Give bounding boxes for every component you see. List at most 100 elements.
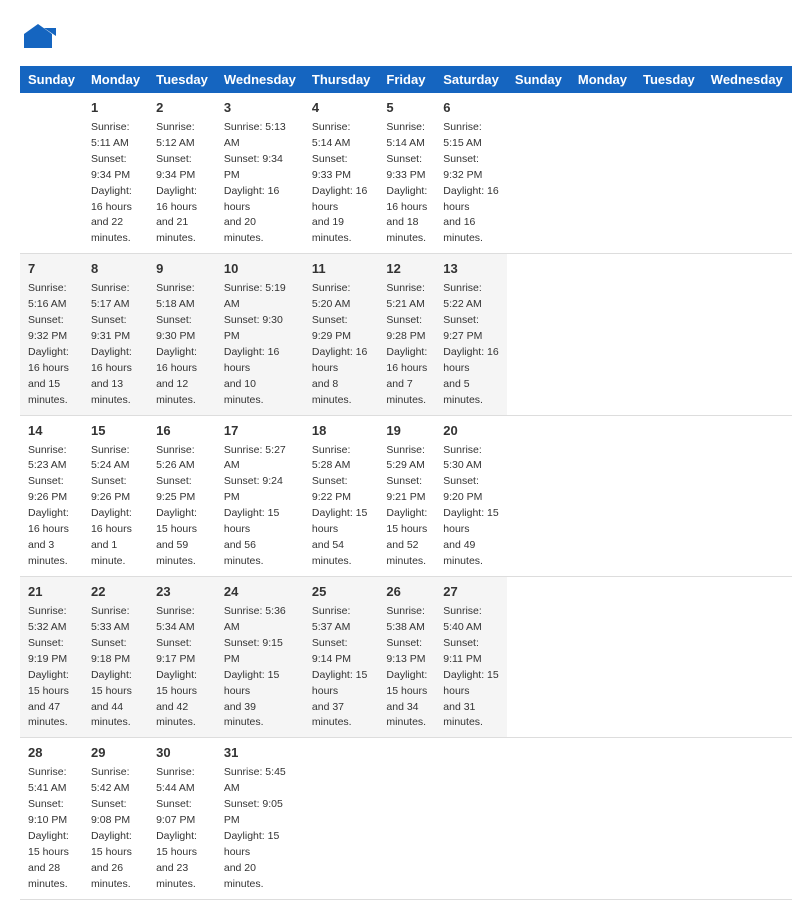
calendar-cell: 6Sunrise: 5:15 AM Sunset: 9:32 PM Daylig… — [435, 93, 507, 254]
day-of-week-header: Tuesday — [635, 66, 703, 93]
day-number: 9 — [156, 260, 208, 279]
day-info: Sunrise: 5:33 AM Sunset: 9:18 PM Dayligh… — [91, 605, 132, 729]
day-of-week-header: Thursday — [304, 66, 379, 93]
calendar-cell: 11Sunrise: 5:20 AM Sunset: 9:29 PM Dayli… — [304, 254, 379, 415]
calendar-cell: 15 Sunrise: 5:24 AM Sunset: 9:26 PM Dayli… — [83, 415, 148, 576]
calendar-cell: 12 Sunrise: 5:21 AM Sunset: 9:28 PM Dayli… — [378, 254, 435, 415]
day-of-week-header: Monday — [83, 66, 148, 93]
day-info: Sunrise: 5:34 AM Sunset: 9:17 PM Dayligh… — [156, 605, 197, 729]
calendar-cell: 29 Sunrise: 5:42 AM Sunset: 9:08 PM Dayli… — [83, 738, 148, 899]
day-number: 4 — [312, 99, 371, 118]
calendar-cell: 1 Sunrise: 5:11 AM Sunset: 9:34 PM Daylig… — [83, 93, 148, 254]
calendar-week-row: 28 Sunrise: 5:41 AM Sunset: 9:10 PM Dayli… — [20, 738, 792, 899]
day-info: Sunrise: 5:45 AM Sunset: 9:05 PM Dayligh… — [224, 766, 286, 890]
calendar-cell: 9 Sunrise: 5:18 AM Sunset: 9:30 PM Daylig… — [148, 254, 216, 415]
calendar-cell: 14 Sunrise: 5:23 AM Sunset: 9:26 PM Dayli… — [20, 415, 83, 576]
calendar-week-row: 14 Sunrise: 5:23 AM Sunset: 9:26 PM Dayli… — [20, 415, 792, 576]
calendar-cell: 21 Sunrise: 5:32 AM Sunset: 9:19 PM Dayli… — [20, 577, 83, 738]
day-of-week-header: Wednesday — [216, 66, 304, 93]
calendar-cell: 18Sunrise: 5:28 AM Sunset: 9:22 PM Dayli… — [304, 415, 379, 576]
calendar-cell: 8 Sunrise: 5:17 AM Sunset: 9:31 PM Daylig… — [83, 254, 148, 415]
day-of-week-header: Friday — [378, 66, 435, 93]
day-number: 24 — [224, 583, 296, 602]
day-number: 5 — [386, 99, 427, 118]
day-number: 17 — [224, 422, 296, 441]
day-info: Sunrise: 5:29 AM Sunset: 9:21 PM Dayligh… — [386, 444, 427, 568]
day-number: 21 — [28, 583, 75, 602]
day-info: Sunrise: 5:21 AM Sunset: 9:28 PM Dayligh… — [386, 282, 427, 406]
day-info: Sunrise: 5:24 AM Sunset: 9:26 PM Dayligh… — [91, 444, 132, 568]
day-number: 7 — [28, 260, 75, 279]
calendar-cell — [304, 738, 379, 899]
day-info: Sunrise: 5:22 AM Sunset: 9:27 PM Dayligh… — [443, 282, 498, 406]
page-header — [20, 20, 772, 56]
day-number: 20 — [443, 422, 499, 441]
day-info: Sunrise: 5:42 AM Sunset: 9:08 PM Dayligh… — [91, 766, 132, 890]
day-number: 22 — [91, 583, 140, 602]
calendar-cell — [20, 93, 83, 254]
day-number: 15 — [91, 422, 140, 441]
day-of-week-header: Tuesday — [148, 66, 216, 93]
day-of-week-header: Monday — [570, 66, 635, 93]
day-info: Sunrise: 5:17 AM Sunset: 9:31 PM Dayligh… — [91, 282, 132, 406]
day-of-week-header: Wednesday — [703, 66, 791, 93]
day-info: Sunrise: 5:28 AM Sunset: 9:22 PM Dayligh… — [312, 444, 367, 568]
day-info: Sunrise: 5:26 AM Sunset: 9:25 PM Dayligh… — [156, 444, 197, 568]
logo — [20, 20, 60, 56]
calendar-cell: 13 Sunrise: 5:22 AM Sunset: 9:27 PM Dayli… — [435, 254, 507, 415]
day-number: 8 — [91, 260, 140, 279]
day-info: Sunrise: 5:32 AM Sunset: 9:19 PM Dayligh… — [28, 605, 69, 729]
day-number: 29 — [91, 744, 140, 763]
day-number: 12 — [386, 260, 427, 279]
day-number: 26 — [386, 583, 427, 602]
day-info: Sunrise: 5:37 AM Sunset: 9:14 PM Dayligh… — [312, 605, 367, 729]
day-info: Sunrise: 5:40 AM Sunset: 9:11 PM Dayligh… — [443, 605, 498, 729]
day-info: Sunrise: 5:12 AM Sunset: 9:34 PM Dayligh… — [156, 121, 197, 245]
day-number: 6 — [443, 99, 499, 118]
calendar-cell: 28 Sunrise: 5:41 AM Sunset: 9:10 PM Dayli… — [20, 738, 83, 899]
calendar-cell — [378, 738, 435, 899]
day-number: 28 — [28, 744, 75, 763]
day-number: 2 — [156, 99, 208, 118]
day-number: 30 — [156, 744, 208, 763]
day-number: 23 — [156, 583, 208, 602]
day-info: Sunrise: 5:36 AM Sunset: 9:15 PM Dayligh… — [224, 605, 286, 729]
day-number: 1 — [91, 99, 140, 118]
day-info: Sunrise: 5:11 AM Sunset: 9:34 PM Dayligh… — [91, 121, 132, 245]
day-number: 13 — [443, 260, 499, 279]
calendar-cell: 26Sunrise: 5:38 AM Sunset: 9:13 PM Dayli… — [378, 577, 435, 738]
calendar-cell: 10Sunrise: 5:19 AM Sunset: 9:30 PM Dayli… — [216, 254, 304, 415]
calendar-header-row: SundayMondayTuesdayWednesdayThursdayFrid… — [20, 66, 792, 93]
calendar-cell: 4 Sunrise: 5:14 AM Sunset: 9:33 PM Daylig… — [304, 93, 379, 254]
day-info: Sunrise: 5:30 AM Sunset: 9:20 PM Dayligh… — [443, 444, 498, 568]
day-info: Sunrise: 5:23 AM Sunset: 9:26 PM Dayligh… — [28, 444, 69, 568]
day-number: 14 — [28, 422, 75, 441]
calendar-cell: 24 Sunrise: 5:36 AM Sunset: 9:15 PM Dayli… — [216, 577, 304, 738]
day-info: Sunrise: 5:14 AM Sunset: 9:33 PM Dayligh… — [386, 121, 427, 245]
calendar-cell: 2 Sunrise: 5:12 AM Sunset: 9:34 PM Daylig… — [148, 93, 216, 254]
calendar-week-row: 1 Sunrise: 5:11 AM Sunset: 9:34 PM Daylig… — [20, 93, 792, 254]
calendar-cell — [435, 738, 507, 899]
calendar-table: SundayMondayTuesdayWednesdayThursdayFrid… — [20, 66, 792, 900]
day-info: Sunrise: 5:27 AM Sunset: 9:24 PM Dayligh… — [224, 444, 286, 568]
day-of-week-header: Sunday — [507, 66, 570, 93]
calendar-week-row: 21 Sunrise: 5:32 AM Sunset: 9:19 PM Dayli… — [20, 577, 792, 738]
calendar-cell: 3Sunrise: 5:13 AM Sunset: 9:34 PM Daylig… — [216, 93, 304, 254]
calendar-cell: 22 Sunrise: 5:33 AM Sunset: 9:18 PM Dayli… — [83, 577, 148, 738]
day-info: Sunrise: 5:18 AM Sunset: 9:30 PM Dayligh… — [156, 282, 197, 406]
day-number: 10 — [224, 260, 296, 279]
calendar-cell: 27 Sunrise: 5:40 AM Sunset: 9:11 PM Dayli… — [435, 577, 507, 738]
day-info: Sunrise: 5:14 AM Sunset: 9:33 PM Dayligh… — [312, 121, 367, 245]
day-number: 27 — [443, 583, 499, 602]
day-info: Sunrise: 5:41 AM Sunset: 9:10 PM Dayligh… — [28, 766, 69, 890]
calendar-cell: 23 Sunrise: 5:34 AM Sunset: 9:17 PM Dayli… — [148, 577, 216, 738]
calendar-cell: 17 Sunrise: 5:27 AM Sunset: 9:24 PM Dayli… — [216, 415, 304, 576]
day-number: 31 — [224, 744, 296, 763]
calendar-week-row: 7Sunrise: 5:16 AM Sunset: 9:32 PM Daylig… — [20, 254, 792, 415]
calendar-cell: 25Sunrise: 5:37 AM Sunset: 9:14 PM Dayli… — [304, 577, 379, 738]
logo-icon — [20, 20, 56, 56]
day-info: Sunrise: 5:13 AM Sunset: 9:34 PM Dayligh… — [224, 121, 286, 245]
day-number: 19 — [386, 422, 427, 441]
calendar-cell: 20 Sunrise: 5:30 AM Sunset: 9:20 PM Dayli… — [435, 415, 507, 576]
calendar-cell: 31 Sunrise: 5:45 AM Sunset: 9:05 PM Dayli… — [216, 738, 304, 899]
